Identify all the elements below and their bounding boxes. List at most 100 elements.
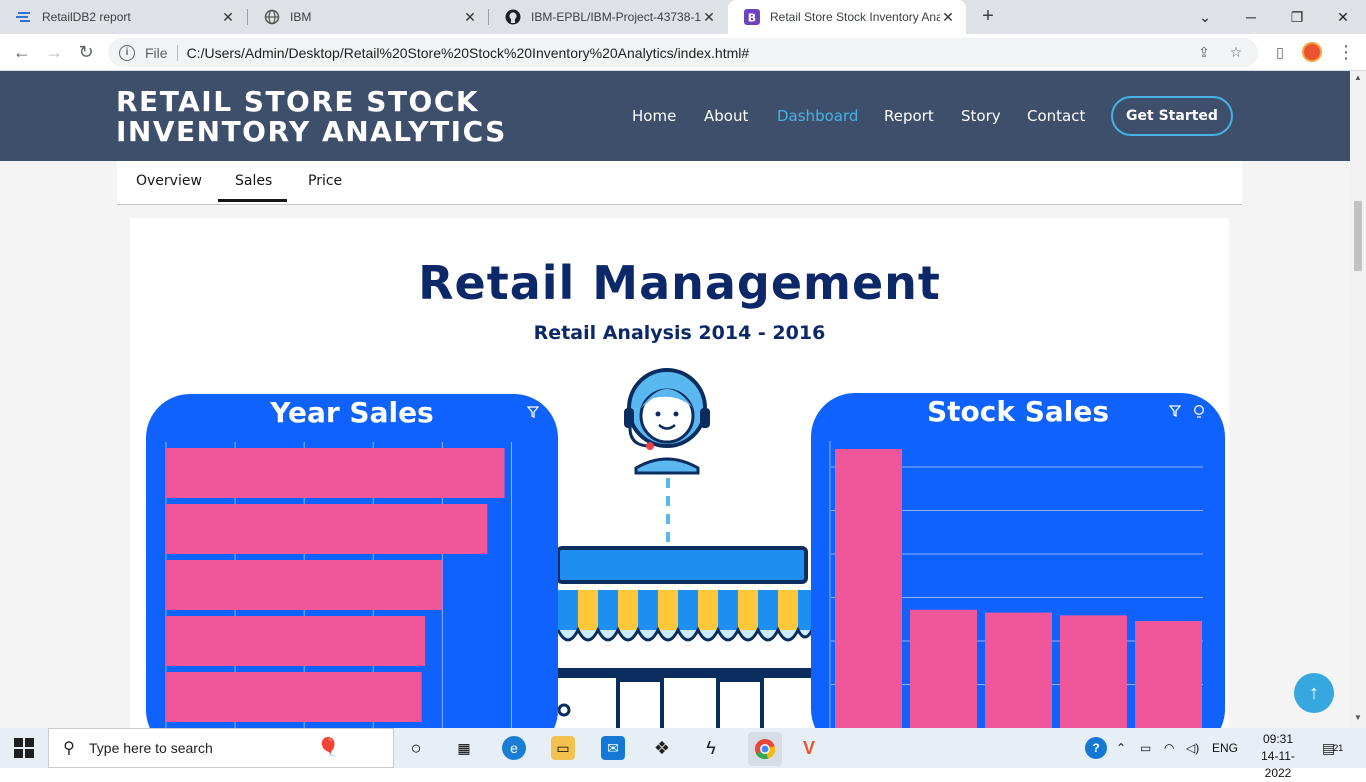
- tab-overview[interactable]: Overview: [136, 173, 202, 189]
- site-brand[interactable]: RETAIL STORE STOCK INVENTORY ANALYTICS: [116, 87, 507, 147]
- bar: [166, 616, 426, 666]
- store-illustration: [558, 368, 812, 728]
- bar: [166, 504, 488, 554]
- nav-home[interactable]: Home: [632, 107, 676, 125]
- tab-search-icon[interactable]: ⌄: [1182, 0, 1228, 34]
- tab-title: RetailDB2 report: [42, 10, 131, 24]
- browser-toolbar: ← → ↻ i File C:/Users/Admin/Desktop/Reta…: [0, 34, 1366, 71]
- scroll-down-icon[interactable]: ▼: [1350, 713, 1366, 722]
- new-tab-icon[interactable]: +: [977, 5, 999, 27]
- taskbar-clock[interactable]: 09:31 14-11-2022: [1248, 731, 1308, 782]
- browser-tab[interactable]: IBM-EPBL/IBM-Project-43738-16 ✕: [489, 0, 727, 34]
- globe-icon: [264, 9, 280, 25]
- scroll-to-top-button[interactable]: ↑: [1294, 673, 1334, 713]
- bar: [985, 612, 1052, 728]
- address-bar[interactable]: i File C:/Users/Admin/Desktop/Retail%20S…: [108, 38, 1258, 67]
- restore-icon[interactable]: ❐: [1274, 0, 1320, 34]
- bar: [910, 609, 977, 728]
- nav-report[interactable]: Report: [884, 107, 934, 125]
- tray-chevron-icon[interactable]: ⌃: [1116, 728, 1126, 768]
- stock-sales-title: Stock Sales: [926, 395, 1110, 428]
- browser-tab[interactable]: IBM ✕: [248, 0, 488, 34]
- site-header: RETAIL STORE STOCK INVENTORY ANALYTICS H…: [0, 71, 1350, 161]
- db2-icon: [16, 9, 32, 25]
- help-icon[interactable]: ?: [1085, 728, 1107, 768]
- side-panel-icon[interactable]: ▯: [1268, 40, 1292, 64]
- browser-tab-strip: RetailDB2 report ✕ IBM ✕ IBM-EPBL/IBM-Pr…: [0, 0, 1366, 34]
- close-tab-icon[interactable]: ✕: [220, 9, 236, 26]
- vlc-icon[interactable]: V: [797, 736, 821, 760]
- app-icon[interactable]: ϟ: [699, 736, 723, 760]
- nav-story[interactable]: Story: [961, 107, 1001, 125]
- page-title: Retail Management: [418, 256, 941, 310]
- taskbar-search[interactable]: ⚲ Type here to search 🎈: [48, 728, 394, 768]
- nav-about[interactable]: About: [704, 107, 748, 125]
- edge-icon[interactable]: e: [502, 736, 526, 760]
- info-icon[interactable]: i: [119, 44, 135, 61]
- dropbox-icon[interactable]: ❖: [650, 736, 674, 760]
- browser-tab[interactable]: RetailDB2 report ✕: [0, 0, 246, 34]
- url-text[interactable]: C:/Users/Admin/Desktop/Retail%20Store%20…: [187, 45, 1194, 61]
- minimize-icon[interactable]: ─: [1228, 0, 1274, 34]
- wifi-icon[interactable]: ◠: [1164, 728, 1174, 768]
- bar: [1060, 615, 1127, 728]
- url-scheme: File: [145, 44, 168, 61]
- dashboard-tab-bar: Overview Sales Price: [117, 161, 1242, 205]
- tab-title: IBM-EPBL/IBM-Project-43738-16: [531, 10, 701, 24]
- tab-title: IBM: [290, 10, 312, 24]
- menu-icon[interactable]: ⋮: [1334, 40, 1358, 64]
- year-sales-card: Year Sales: [146, 394, 558, 728]
- reload-icon[interactable]: ↻: [74, 40, 98, 64]
- year-sales-chart: [165, 442, 512, 728]
- support-agent-icon: [624, 368, 710, 475]
- close-tab-icon[interactable]: ✕: [940, 9, 956, 26]
- bar: [166, 560, 443, 610]
- time-text: 09:31: [1262, 732, 1294, 746]
- tab-price[interactable]: Price: [308, 173, 342, 189]
- scroll-up-icon[interactable]: ▲: [1350, 73, 1366, 82]
- dashboard-content: Overview Sales Price Retail Management R…: [0, 161, 1350, 728]
- active-tab-indicator: [218, 199, 287, 202]
- page-subtitle: Retail Analysis 2014 - 2016: [533, 322, 826, 344]
- filter-icon[interactable]: [1168, 405, 1182, 419]
- search-icon: ⚲: [63, 740, 75, 757]
- search-highlight-icon: 🎈: [317, 737, 340, 757]
- chrome-icon[interactable]: [748, 732, 782, 766]
- nav-contact[interactable]: Contact: [1027, 107, 1085, 125]
- profile-avatar[interactable]: [1302, 42, 1322, 62]
- svg-text:B: B: [748, 12, 756, 25]
- divider: [176, 44, 178, 61]
- lightbulb-icon[interactable]: [1192, 405, 1206, 419]
- storefront-icon: [558, 546, 812, 728]
- filter-icon[interactable]: [526, 406, 540, 420]
- windows-start-icon[interactable]: [14, 738, 34, 758]
- search-placeholder: Type here to search: [89, 740, 213, 756]
- file-explorer-icon[interactable]: ▭: [551, 736, 575, 760]
- browser-tab-active[interactable]: B Retail Store Stock Inventory Anal ✕: [728, 0, 966, 34]
- year-sales-title: Year Sales: [270, 396, 434, 429]
- cortana-icon[interactable]: ○: [404, 736, 428, 760]
- bar: [166, 448, 505, 498]
- share-icon[interactable]: ⇪: [1194, 44, 1214, 61]
- mail-icon[interactable]: ✉: [601, 736, 625, 760]
- language-indicator[interactable]: ENG: [1212, 728, 1238, 768]
- battery-icon[interactable]: ▭: [1140, 728, 1151, 768]
- notifications-icon[interactable]: ▤ 21: [1322, 728, 1343, 768]
- get-started-button[interactable]: Get Started: [1111, 96, 1233, 136]
- back-icon[interactable]: ←: [10, 40, 34, 64]
- date-text: 14-11-2022: [1261, 749, 1295, 780]
- close-window-icon[interactable]: ✕: [1320, 0, 1366, 34]
- close-tab-icon[interactable]: ✕: [462, 9, 478, 26]
- close-tab-icon[interactable]: ✕: [701, 9, 717, 26]
- bar: [1135, 621, 1202, 728]
- stock-sales-card: Stock Sales: [811, 393, 1225, 728]
- github-icon: [505, 9, 521, 25]
- nav-dashboard[interactable]: Dashboard: [777, 107, 858, 125]
- tab-sales[interactable]: Sales: [235, 173, 272, 189]
- bookmark-star-icon[interactable]: ☆: [1226, 44, 1246, 61]
- vertical-scrollbar[interactable]: ▲ ▼: [1350, 71, 1366, 728]
- task-view-icon[interactable]: ▦: [452, 736, 476, 760]
- scrollbar-thumb[interactable]: [1354, 201, 1362, 271]
- volume-icon[interactable]: ◁): [1186, 728, 1199, 768]
- forward-icon[interactable]: →: [42, 40, 66, 64]
